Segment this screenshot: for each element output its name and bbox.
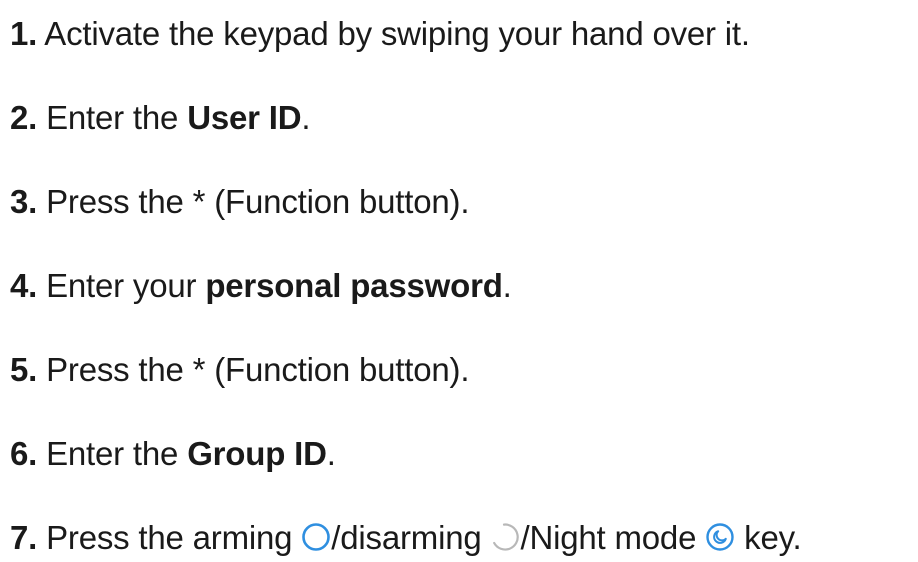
step-number: 3.: [10, 183, 38, 220]
group-id-term: Group ID: [187, 435, 327, 472]
step-number: 4.: [10, 267, 38, 304]
step-number: 6.: [10, 435, 38, 472]
step-text-end: .: [301, 99, 311, 136]
step-text-end: .: [502, 267, 512, 304]
step-2: 2. Enter the User ID.: [10, 98, 311, 138]
disarming-icon: [491, 522, 521, 552]
arming-icon: [301, 522, 331, 552]
step-7: 7. Press the arming /disarming /Night mo…: [10, 518, 802, 558]
step-text: Enter the: [37, 99, 188, 136]
instruction-list: 1. Activate the keypad by swiping your h…: [10, 0, 910, 562]
step-4: 4. Enter your personal password.: [10, 266, 512, 306]
personal-password-term: personal password: [205, 267, 503, 304]
step-5: 5. Press the * (Function button).: [10, 350, 470, 390]
step-text: Enter the: [37, 435, 188, 472]
night-mode-icon: [705, 522, 735, 552]
step-number: 7.: [10, 519, 38, 556]
step-1: 1. Activate the keypad by swiping your h…: [10, 14, 750, 54]
step-text-end: .: [326, 435, 336, 472]
step-text: Press the arming: [37, 519, 302, 556]
step-text: Press the * (Function button).: [37, 183, 470, 220]
step-3: 3. Press the * (Function button).: [10, 182, 470, 222]
step-text-mid: /Night mode: [520, 519, 706, 556]
step-6: 6. Enter the Group ID.: [10, 434, 336, 474]
step-number: 1.: [10, 15, 38, 52]
step-text-mid: /disarming: [331, 519, 491, 556]
step-text: Activate the keypad by swiping your hand…: [37, 15, 750, 52]
step-number: 5.: [10, 351, 38, 388]
step-text: Press the * (Function button).: [37, 351, 470, 388]
step-text-end: key.: [735, 519, 802, 556]
step-number: 2.: [10, 99, 38, 136]
user-id-term: User ID: [187, 99, 302, 136]
step-text: Enter your: [37, 267, 206, 304]
